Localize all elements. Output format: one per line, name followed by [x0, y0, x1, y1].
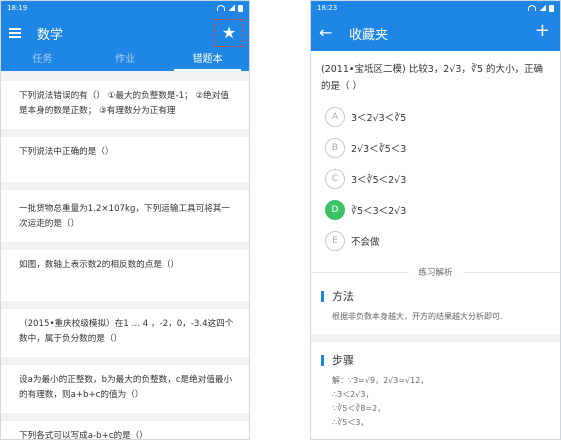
list-item[interactable]: 下列说法错误的有（） ①最大的负整数是-1； ②绝对值是本身的数是正数； ③有理…	[1, 81, 249, 129]
left-screen: 18:19 数学 ★ 任务 作业 错题本 下列说法错误的有（） ①最大的负整数是…	[0, 0, 250, 440]
option-letter: C	[325, 168, 345, 189]
steps-section: 步骤 解：∵3=√9，2√3=√12， ∴3＜2√3， ∵∛5＜∛8=2， ∴∛…	[311, 348, 560, 434]
analysis-divider: 练习解析	[311, 266, 560, 278]
option-text: 不会做	[351, 236, 380, 248]
status-icons	[528, 4, 554, 12]
tab-task[interactable]: 任务	[1, 51, 84, 71]
app-bar: ← 收藏夹 +	[311, 15, 560, 51]
status-icons	[217, 4, 243, 12]
plus-icon[interactable]: +	[535, 22, 550, 40]
method-section: 方法 根据非负数本身越大，开方的结果越大分析即可.	[311, 284, 560, 328]
list-item[interactable]: 一批货物总重量为1.2×107kg，下列运输工具可将其一次运走的是（）	[1, 190, 249, 242]
battery-icon	[238, 4, 243, 12]
list-item[interactable]: 如图，数轴上表示数2的相反数的点是（）	[1, 250, 249, 301]
tab-bar: 任务 作业 错题本	[1, 51, 249, 71]
tab-homework[interactable]: 作业	[84, 51, 167, 71]
status-bar: 18:19	[1, 1, 249, 15]
option-letter: B	[325, 137, 345, 158]
wifi-icon	[217, 5, 225, 11]
signal-icon	[228, 5, 235, 11]
option-a[interactable]: A 3＜2√3＜∛5	[325, 101, 546, 132]
page-title: 数学	[37, 27, 64, 43]
option-letter: E	[325, 230, 345, 251]
section-marker	[321, 354, 324, 366]
right-screen: 18:23 ← 收藏夹 + (2011•宝坻区二模) 比较3，2√3，∛5 的大…	[310, 0, 561, 440]
steps-title: 步骤	[332, 354, 354, 367]
favorites-button[interactable]: ★	[215, 19, 243, 47]
tab-wrong-questions[interactable]: 错题本	[166, 51, 249, 71]
battery-icon	[549, 4, 554, 12]
option-letter: D	[325, 199, 345, 220]
step-line: 解：∵3=√9，2√3=√12，	[332, 376, 429, 385]
page-title: 收藏夹	[349, 27, 389, 43]
method-body: 根据非负数本身越大，开方的结果越大分析即可.	[332, 312, 503, 321]
method-title: 方法	[332, 290, 354, 303]
menu-icon[interactable]	[9, 28, 21, 38]
steps-body: 解：∵3=√9，2√3=√12， ∴3＜2√3， ∵∛5＜∛8=2， ∴∛5＜3…	[321, 374, 550, 430]
status-time: 18:23	[317, 4, 338, 12]
option-c[interactable]: C 3＜∛5＜2√3	[325, 163, 546, 194]
section-heading: 步骤	[321, 352, 550, 368]
option-list: A 3＜2√3＜∛5 B 2√3＜∛5＜3 C 3＜∛5＜2√3 D ∛5＜3＜…	[311, 101, 560, 256]
option-e[interactable]: E 不会做	[325, 225, 546, 256]
question-text: (2011•宝坻区二模) 比较3，2√3，∛5 的大小，正确的是（ ）	[321, 64, 544, 92]
option-b[interactable]: B 2√3＜∛5＜3	[325, 132, 546, 163]
option-d[interactable]: D ∛5＜3＜2√3	[325, 194, 546, 225]
step-line: ∴∛5＜3，	[332, 418, 369, 427]
list-item[interactable]: 下列说法中正确的是（）	[1, 137, 249, 182]
option-text: ∛5＜3＜2√3	[351, 205, 407, 217]
status-bar: 18:23	[311, 1, 560, 15]
list-item[interactable]: （2015•重庆校级模拟）在1 … 4 ，-2，0，-3.4这四个数中，属于负分…	[1, 309, 249, 357]
signal-icon	[539, 5, 546, 11]
status-time: 18:19	[7, 4, 28, 12]
star-icon: ★	[221, 23, 237, 42]
section-marker	[321, 290, 324, 302]
question-list: 下列说法错误的有（） ①最大的负整数是-1； ②绝对值是本身的数是正数； ③有理…	[1, 71, 249, 439]
option-text: 3＜∛5＜2√3	[351, 174, 407, 186]
option-text: 2√3＜∛5＜3	[351, 143, 407, 155]
wifi-icon	[528, 5, 536, 11]
section-heading: 方法	[321, 288, 550, 304]
step-line: ∴3＜2√3，	[332, 390, 374, 399]
step-line: ∵∛5＜∛8=2，	[332, 404, 386, 413]
back-arrow-icon[interactable]: ←	[319, 25, 333, 41]
list-item[interactable]: 下列各式可以写成a-b+c的是（）	[1, 421, 249, 439]
option-text: 3＜2√3＜∛5	[351, 112, 407, 124]
app-bar: 数学 ★	[1, 15, 249, 51]
list-item[interactable]: 设a为最小的正整数，b为最大的负整数，c是绝对值最小的有理数，则a+b+c的值为…	[1, 365, 249, 413]
option-letter: A	[325, 106, 345, 127]
analysis-title: 练习解析	[418, 268, 453, 278]
section-divider	[311, 334, 560, 342]
